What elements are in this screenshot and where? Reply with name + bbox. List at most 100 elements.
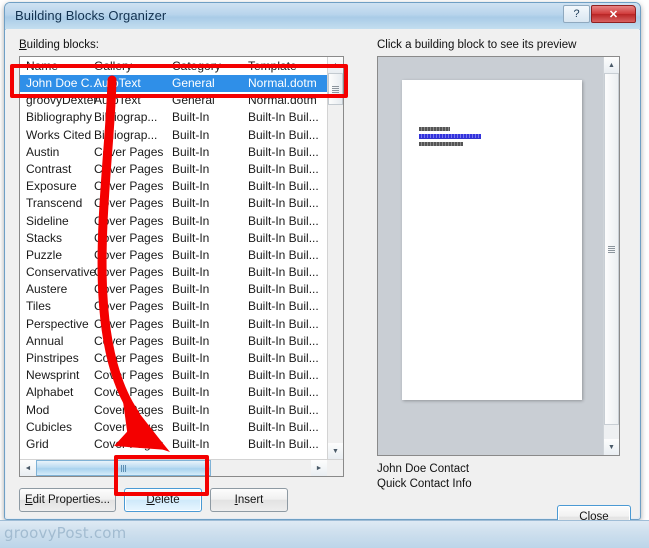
vertical-scroll-thumb[interactable]	[328, 73, 343, 105]
cell-category: Built-In	[172, 299, 210, 314]
cell-name: Mod	[26, 402, 50, 417]
table-row[interactable]: Conservative Cover Pages Built-In Built-In …	[20, 264, 343, 281]
grip-icon	[332, 85, 339, 93]
table-row[interactable]: John Doe C... AutoText General Normal.dotm	[20, 75, 343, 93]
cell-category: Built-In	[172, 127, 210, 142]
cell-gallery: Cover Pages	[94, 316, 164, 331]
cell-name: Puzzle	[26, 247, 63, 262]
cell-template: Built-In Buil...	[248, 265, 319, 280]
cell-category: Built-In	[172, 436, 210, 451]
preview-scroll-thumb[interactable]	[604, 73, 619, 425]
cell-category: Built-In	[172, 265, 210, 280]
delete-button[interactable]: Delete	[124, 488, 202, 512]
cell-template: Built-In Buil...	[248, 144, 319, 159]
help-icon[interactable]: ?	[563, 5, 590, 23]
cell-category: Built-In	[172, 402, 210, 417]
scroll-up-icon[interactable]: ▲	[328, 57, 343, 73]
table-row[interactable]: Contrast Cover Pages Built-In Built-In Buil…	[20, 161, 343, 178]
cell-template: Built-In Buil...	[248, 436, 319, 451]
preview-label: Click a building block to see its previe…	[377, 39, 577, 51]
preview-caption-subtitle: Quick Contact Info	[377, 478, 472, 490]
cell-gallery: Cover Pages	[94, 351, 164, 365]
cell-name: Pinstripes	[26, 351, 79, 365]
screen: Building Blocks Organizer ? ✕ Building b…	[0, 0, 649, 548]
cell-gallery: Cover Pages	[94, 161, 164, 176]
cell-gallery: Cover Pages	[94, 282, 164, 297]
table-row[interactable]: Annual Cover Pages Built-In Built-In Buil..…	[20, 333, 343, 350]
cell-template: Built-In Buil...	[248, 419, 319, 434]
table-row[interactable]: Newsprint Cover Pages Built-In Built-In Bui…	[20, 367, 343, 384]
table-row[interactable]: Works Cited Bibliograp... Built-In Built-In…	[20, 127, 343, 144]
table-row[interactable]: Puzzle Cover Pages Built-In Built-In Buil..…	[20, 247, 343, 264]
dialog-body: Building blocks: Click a building block …	[6, 29, 639, 529]
table-row[interactable]: Cubicles Cover Pages Built-In Built-In Buil…	[20, 419, 343, 436]
insert-button[interactable]: Insert	[210, 488, 288, 512]
building-blocks-label: Building blocks:	[19, 39, 99, 51]
cell-name: Conservative	[26, 265, 97, 280]
scroll-left-icon[interactable]: ◄	[20, 460, 36, 476]
preview-scroll-down-icon[interactable]: ▼	[604, 439, 619, 455]
scroll-right-icon[interactable]: ►	[311, 460, 327, 476]
table-row[interactable]: Exposure Cover Pages Built-In Built-In Buil…	[20, 178, 343, 195]
cell-template: Built-In Buil...	[248, 213, 319, 228]
horizontal-scroll-thumb[interactable]	[36, 460, 211, 476]
scroll-down-icon[interactable]: ▼	[328, 443, 343, 459]
dialog-window: Building Blocks Organizer ? ✕ Building b…	[4, 2, 641, 529]
edit-properties-button[interactable]: Edit Properties...	[19, 488, 116, 512]
preview-vertical-scrollbar[interactable]: ▲ ▼	[603, 57, 619, 455]
table-row[interactable]: Perspective Cover Pages Built-In Built-In B…	[20, 316, 343, 333]
table-row[interactable]: Austin Cover Pages Built-In Built-In Buil..…	[20, 144, 343, 161]
preview-scroll-up-icon[interactable]: ▲	[604, 57, 619, 73]
preview-name-text	[419, 127, 450, 131]
building-blocks-list[interactable]: Name Gallery Category Template John Doe …	[19, 56, 344, 477]
cell-gallery: Cover Pages	[94, 247, 164, 262]
cell-template: Built-In Buil...	[248, 230, 319, 245]
column-header-gallery[interactable]: Gallery	[94, 59, 132, 73]
cell-template: Built-In Buil...	[248, 299, 319, 314]
list-horizontal-scrollbar[interactable]: ◄ ►	[20, 459, 343, 476]
table-row[interactable]: Alphabet Cover Pages Built-In Built-In Buil…	[20, 384, 343, 401]
cell-name: Contrast	[26, 161, 72, 176]
column-header-category[interactable]: Category	[172, 59, 221, 73]
table-row[interactable]: groovyDexter AutoText General Normal.dotm	[20, 92, 343, 109]
table-row[interactable]: Bibliography Bibliograp... Built-In Built-I…	[20, 109, 343, 126]
table-row[interactable]: Transcend Cover Pages Built-In Built-In Bui…	[20, 195, 343, 212]
cell-gallery: Cover Pages	[94, 333, 164, 348]
column-header-template[interactable]: Template	[248, 59, 297, 73]
cell-template: Built-In Buil...	[248, 351, 319, 365]
preview-caption-title: John Doe Contact	[377, 463, 470, 475]
table-row[interactable]: Austere Cover Pages Built-In Built-In Buil.…	[20, 281, 343, 298]
cell-category: Built-In	[172, 161, 210, 176]
cell-gallery: Cover Pages	[94, 299, 164, 314]
grip-icon	[608, 245, 615, 253]
list-vertical-scrollbar[interactable]: ▲ ▼	[327, 57, 343, 459]
table-row[interactable]: Tiles Cover Pages Built-In Built-In Buil...	[20, 298, 343, 315]
preview-email-link	[419, 134, 481, 139]
cell-gallery: AutoText	[94, 93, 141, 108]
grip-icon	[120, 464, 127, 472]
column-header-name[interactable]: Name	[26, 59, 58, 73]
cell-template: Built-In Buil...	[248, 179, 319, 194]
watermark: groovyPost.com	[4, 524, 127, 542]
cell-template: Built-In Buil...	[248, 333, 319, 348]
table-row[interactable]: Stacks Cover Pages Built-In Built-In Buil..…	[20, 230, 343, 247]
cell-name: groovyDexter	[26, 93, 98, 108]
cell-gallery: Cover Pages	[94, 402, 164, 417]
cell-template: Built-In Buil...	[248, 316, 319, 331]
cell-name: Perspective	[26, 316, 89, 331]
close-icon[interactable]: ✕	[591, 5, 636, 23]
cell-name: Alphabet	[26, 385, 74, 400]
cell-gallery: Cover Pages	[94, 368, 164, 383]
cell-category: Built-In	[172, 316, 210, 331]
table-row[interactable]: Mod Cover Pages Built-In Built-In Buil...	[20, 402, 343, 419]
table-row[interactable]: Pinstripes Cover Pages Built-In Built-In Bu…	[20, 350, 343, 367]
cell-name: Exposure	[26, 179, 77, 194]
cell-gallery: Cover Pages	[94, 213, 164, 228]
cell-name: John Doe C...	[26, 76, 100, 90]
table-row[interactable]: Grid Cover Pages Built-In Built-In Buil...	[20, 436, 343, 453]
cell-name: Grid	[26, 436, 49, 451]
cell-gallery: Cover Pages	[94, 265, 164, 280]
cell-gallery: Cover Pages	[94, 436, 164, 451]
cell-category: Built-In	[172, 368, 210, 383]
table-row[interactable]: Sideline Cover Pages Built-In Built-In Buil…	[20, 213, 343, 230]
